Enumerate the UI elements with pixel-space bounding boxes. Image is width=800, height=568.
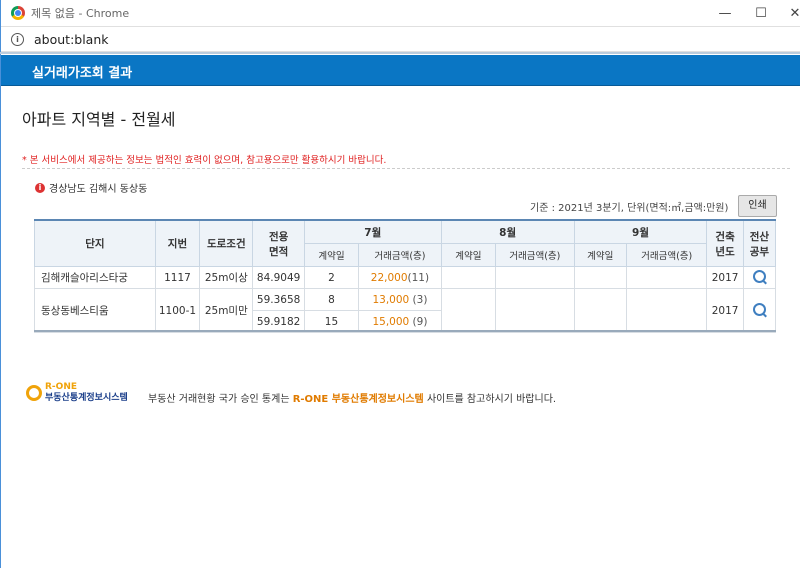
col-built: 건축 년도 (706, 219, 744, 267)
empty-cell (573, 266, 627, 289)
col-month-7: 7월 (303, 219, 442, 244)
minimize-button[interactable]: — (707, 0, 743, 26)
page-title: 아파트 지역별 - 전월세 (22, 110, 176, 129)
title-bar: 제목 없음 - Chrome — ☐ ✕ (1, 0, 800, 26)
complex-name: 동상동베스티움 (34, 288, 156, 333)
notice-text: * 본 서비스에서 제공하는 정보는 법적인 효력이 없으며, 참고용으로만 활… (22, 155, 387, 166)
results-table: 단지 지번 도로조건 전용 면적 7월 8월 9월 건축 년도 전산 공부 계약일 거… (34, 219, 777, 333)
col-area: 전용 면적 (252, 219, 305, 267)
alert-icon: i (35, 182, 45, 193)
contract-date: 2 (303, 266, 360, 289)
area-value: 59.3658 (252, 288, 305, 311)
info-icon[interactable]: i (11, 32, 24, 46)
built-year: 2017 (706, 266, 744, 289)
chrome-icon (11, 6, 25, 20)
empty-cell (495, 288, 575, 333)
divider (34, 330, 776, 332)
sub-amount-9: 거래금액(층) (625, 243, 708, 267)
lot-number: 1117 (154, 266, 201, 289)
footer-text: 부동산 거래현황 국가 승인 통계는 R-ONE 부동산통계정보시스템 사이트를… (148, 394, 557, 405)
amount-cell: 13,000 (3) (358, 288, 442, 311)
maximize-button[interactable]: ☐ (743, 0, 779, 26)
col-registry: 전산 공부 (742, 219, 777, 267)
header-bar: 실거래가조회 결과 (1, 55, 800, 86)
empty-cell (495, 266, 575, 289)
col-lot: 지번 (154, 219, 201, 267)
col-month-8: 8월 (440, 219, 575, 244)
region-text: 경상남도 김해시 동상동 (49, 184, 148, 195)
url-text[interactable]: about:blank (34, 32, 109, 47)
close-button[interactable]: ✕ (777, 0, 800, 26)
divider (22, 168, 790, 169)
rone-icon (26, 385, 42, 401)
col-road: 도로조건 (199, 219, 254, 267)
road-condition: 25m미만 (199, 288, 254, 333)
empty-cell (625, 288, 708, 333)
amount-cell: 22,000(11) (358, 266, 442, 289)
empty-cell (573, 288, 627, 333)
sub-date-9: 계약일 (573, 243, 627, 267)
col-month-9: 9월 (573, 219, 708, 244)
header-title: 실거래가조회 결과 (32, 66, 133, 81)
window-title: 제목 없음 - Chrome (31, 7, 130, 20)
lot-number: 1100-1 (154, 288, 201, 333)
sub-date-7: 계약일 (303, 243, 360, 267)
address-bar[interactable]: i about:blank (1, 26, 800, 52)
complex-name: 김해캐슬아리스타궁 (34, 266, 156, 289)
table-row: 김해캐슬아리스타궁 1117 25m이상 84.9049 2 22,000(11… (34, 266, 777, 289)
sub-date-8: 계약일 (440, 243, 497, 267)
rone-logo[interactable]: R-ONE 부동산통계정보시스템 (26, 382, 128, 404)
col-complex: 단지 (34, 219, 156, 267)
basis-text: 기준 : 2021년 3분기, 단위(면적:㎡,금액:만원) (530, 203, 729, 214)
built-year: 2017 (706, 288, 744, 333)
road-condition: 25m이상 (199, 266, 254, 289)
area-value: 84.9049 (252, 266, 305, 289)
empty-cell (440, 288, 497, 333)
table-row: 동상동베스티움 1100-1 25m미만 59.3658 8 13,000 (3… (34, 288, 777, 333)
sub-amount-7: 거래금액(층) (358, 243, 442, 267)
search-icon[interactable] (752, 302, 766, 316)
rone-link[interactable]: R-ONE 부동산통계정보시스템 (293, 394, 424, 405)
empty-cell (625, 266, 708, 289)
registry-link[interactable] (742, 288, 777, 333)
divider (0, 52, 800, 54)
empty-cell (440, 266, 497, 289)
region-label: i 경상남도 김해시 동상동 (35, 180, 147, 195)
print-button[interactable]: 인쇄 (738, 195, 777, 217)
search-icon[interactable] (752, 269, 766, 283)
sub-amount-8: 거래금액(층) (495, 243, 575, 267)
contract-date: 8 (303, 288, 360, 311)
registry-link[interactable] (742, 266, 777, 289)
